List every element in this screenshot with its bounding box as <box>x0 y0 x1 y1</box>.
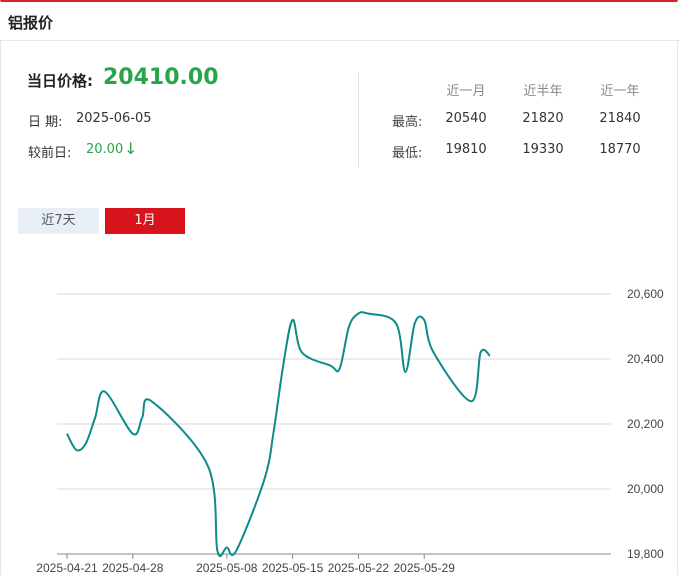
y-tick-label: 19,800 <box>627 547 664 561</box>
stats-low-halfyear: 19330 <box>522 142 564 157</box>
data-point[interactable] <box>431 350 437 356</box>
change-label: 较前日: <box>28 146 72 161</box>
panel-header: 铝报价 <box>0 2 680 41</box>
stats-high-month: 20540 <box>445 111 487 126</box>
change-value: 20.00 <box>86 142 124 157</box>
data-point[interactable] <box>73 447 79 453</box>
stats-col-year: 近一年 <box>600 84 640 99</box>
data-point[interactable] <box>468 398 474 404</box>
stats-divider <box>358 72 359 168</box>
price-line-chart: 19,800 20,000 20,200 20,400 20,600 2025-04-21… <box>36 287 664 575</box>
x-tick-label: 2025-05-15 <box>262 561 324 575</box>
data-point[interactable] <box>280 363 286 369</box>
data-point[interactable] <box>64 431 70 437</box>
data-point[interactable] <box>402 369 408 375</box>
date-value: 2025-06-05 <box>76 111 152 126</box>
stats-row-high-label: 最高: <box>392 115 423 130</box>
tab-1-month[interactable]: 1月 <box>105 208 185 234</box>
data-point[interactable] <box>412 320 418 326</box>
data-point[interactable] <box>487 353 493 359</box>
data-point[interactable] <box>393 320 399 326</box>
stats-low-year: 18770 <box>599 142 641 157</box>
price-value: 20410.00 <box>103 65 219 90</box>
stats-row-low-label: 最低: <box>392 146 423 161</box>
data-point[interactable] <box>224 545 230 551</box>
data-point[interactable] <box>346 324 352 330</box>
data-point[interactable] <box>214 548 220 554</box>
data-point[interactable] <box>149 398 155 404</box>
data-point[interactable] <box>130 431 136 437</box>
data-point[interactable] <box>83 441 89 447</box>
y-tick-label: 20,200 <box>627 417 664 431</box>
data-point[interactable] <box>365 311 371 317</box>
tab-7-days[interactable]: 近7天 <box>18 208 99 234</box>
stats-high-halfyear: 21820 <box>522 111 564 126</box>
data-point[interactable] <box>337 366 343 372</box>
x-tick-label: 2025-05-08 <box>196 561 258 575</box>
data-point[interactable] <box>92 415 98 421</box>
stats-high-year: 21840 <box>599 111 641 126</box>
panel-title: 铝报价 <box>8 14 54 32</box>
data-point[interactable] <box>290 317 296 323</box>
data-point[interactable] <box>327 363 333 369</box>
x-tick-label: 2025-04-28 <box>102 561 164 575</box>
x-tick-label: 2025-05-29 <box>394 561 456 575</box>
down-arrow-icon: ↓ <box>124 139 138 158</box>
x-tick-label: 2025-04-21 <box>36 561 98 575</box>
y-tick-label: 20,000 <box>627 482 664 496</box>
y-tick-label: 20,400 <box>627 352 664 366</box>
stats-low-month: 19810 <box>445 142 487 157</box>
data-point[interactable] <box>261 476 267 482</box>
data-point[interactable] <box>139 415 145 421</box>
data-point[interactable] <box>102 389 108 395</box>
date-label: 日 期: <box>28 115 63 130</box>
y-tick-label: 20,600 <box>627 287 664 301</box>
data-point[interactable] <box>478 350 484 356</box>
data-point[interactable] <box>271 428 277 434</box>
data-point[interactable] <box>233 548 239 554</box>
data-point[interactable] <box>299 350 305 356</box>
x-tick-label: 2025-05-22 <box>328 561 390 575</box>
stats-col-halfyear: 近半年 <box>523 84 563 99</box>
data-point[interactable] <box>355 311 361 317</box>
data-point[interactable] <box>421 317 427 323</box>
data-point[interactable] <box>205 463 211 469</box>
stats-col-month: 近一月 <box>446 84 486 99</box>
price-label: 当日价格: <box>27 72 93 90</box>
